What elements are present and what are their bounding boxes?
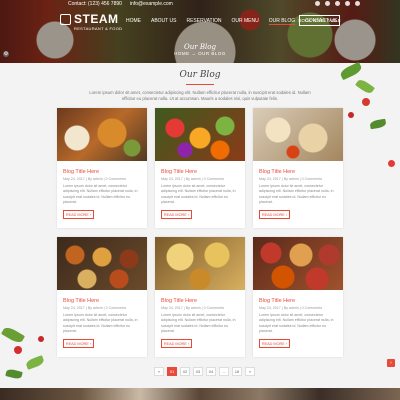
blog-meta: May 24, 2017 | By admin | 0 Comments — [161, 177, 224, 181]
blog-thumbnail[interactable] — [253, 237, 343, 290]
pinterest-icon[interactable] — [355, 1, 360, 6]
nav-about-us[interactable]: ABOUT US — [151, 18, 176, 25]
blog-card: Blog Title Here May 24, 2017 | By admin … — [57, 237, 147, 357]
blog-excerpt: Lorem ipsum dolor sit amet, consectetur … — [63, 184, 138, 205]
nav-our-menu[interactable]: OUR MENU — [231, 18, 258, 25]
pagination-next[interactable]: » — [245, 367, 255, 376]
tomato-decoration — [38, 336, 44, 342]
google-plus-icon[interactable] — [335, 1, 340, 6]
logo-icon — [60, 14, 71, 25]
blog-excerpt: Lorem ipsum dolor sit amet, consectetur … — [259, 184, 334, 205]
blog-excerpt: Lorem ipsum dolor sit amet, consectetur … — [63, 313, 138, 334]
blog-meta: May 24, 2017 | By admin | 0 Comments — [63, 306, 126, 310]
read-more-button[interactable]: READ MORE › — [161, 210, 192, 219]
social-links — [315, 1, 360, 6]
blog-meta: May 24, 2017 | By admin | 0 Comments — [63, 177, 126, 181]
blog-thumbnail[interactable] — [253, 108, 343, 161]
herb-leaf-decoration — [355, 77, 375, 96]
facebook-icon[interactable] — [315, 1, 320, 6]
read-more-button[interactable]: READ MORE › — [259, 210, 290, 219]
herb-leaf-decoration — [0, 325, 26, 345]
blog-title[interactable]: Blog Title Here — [259, 169, 295, 175]
blog-title[interactable]: Blog Title Here — [63, 169, 99, 175]
settings-gear-icon[interactable]: ⚙ — [3, 51, 9, 57]
blog-meta: May 24, 2017 | By admin | 0 Comments — [259, 177, 322, 181]
blog-thumbnail[interactable] — [57, 237, 147, 290]
twitter-icon[interactable] — [325, 1, 330, 6]
herb-leaf-decoration — [5, 368, 23, 380]
herb-leaf-decoration — [25, 355, 45, 370]
blog-excerpt: Lorem ipsum dolor sit amet, consectetur … — [259, 313, 334, 334]
logo-tagline: RESTAURANT & FOOD — [74, 26, 123, 31]
tomato-decoration — [348, 112, 354, 118]
top-bar: Contact: (123) 456 7890 info@example.com — [0, 0, 400, 9]
read-more-button[interactable]: READ MORE › — [63, 210, 94, 219]
pagination-ellipsis: ... — [219, 367, 229, 376]
blog-title[interactable]: Blog Title Here — [161, 169, 197, 175]
blog-title[interactable]: Blog Title Here — [63, 298, 99, 304]
blog-title[interactable]: Blog Title Here — [259, 298, 295, 304]
section-description: Lorem ipsum dolor sit amet, consectetur … — [89, 90, 311, 101]
blog-card: Blog Title Here May 24, 2017 | By admin … — [57, 108, 147, 228]
nav-reservation[interactable]: RESERVATION — [186, 18, 221, 25]
blog-excerpt: Lorem ipsum dolor sit amet, consectetur … — [161, 313, 236, 334]
blog-card: Blog Title Here May 24, 2017 | By admin … — [253, 108, 343, 228]
section-title: Our Blog — [179, 70, 221, 80]
breadcrumb: HOME → OUR BLOG — [174, 51, 226, 56]
pagination-prev[interactable]: « — [154, 367, 164, 376]
tomato-decoration — [362, 98, 370, 106]
tomato-decoration — [14, 346, 22, 354]
scroll-to-top-button[interactable]: › — [387, 359, 395, 367]
contact-info: Contact: (123) 456 7890 info@example.com — [68, 1, 173, 7]
book-table-button[interactable]: BOOK YOUR TABLE — [298, 15, 341, 26]
nav-home[interactable]: HOME — [126, 18, 141, 25]
footer-image-strip — [0, 388, 400, 400]
hero-title: Our Blog — [184, 43, 216, 51]
pagination-page[interactable]: 03 — [193, 367, 203, 376]
logo-name: STEAM — [74, 12, 119, 26]
section-divider — [186, 84, 214, 85]
blog-thumbnail[interactable] — [155, 237, 245, 290]
pagination-page[interactable]: 01 — [167, 367, 177, 376]
blog-card: Blog Title Here May 24, 2017 | By admin … — [253, 237, 343, 357]
blog-title[interactable]: Blog Title Here — [161, 298, 197, 304]
pagination-page[interactable]: 04 — [206, 367, 216, 376]
blog-thumbnail[interactable] — [57, 108, 147, 161]
blog-thumbnail[interactable] — [155, 108, 245, 161]
tomato-decoration — [388, 160, 395, 167]
read-more-button[interactable]: READ MORE › — [259, 339, 290, 348]
blog-card: Blog Title Here May 24, 2017 | By admin … — [155, 237, 245, 357]
blog-meta: May 24, 2017 | By admin | 0 Comments — [259, 306, 322, 310]
read-more-button[interactable]: READ MORE › — [63, 339, 94, 348]
instagram-icon[interactable] — [345, 1, 350, 6]
pagination-page[interactable]: 18 — [232, 367, 242, 376]
contact-email: info@example.com — [129, 1, 173, 7]
blog-excerpt: Lorem ipsum dolor sit amet, consectetur … — [161, 184, 236, 205]
pagination-page[interactable]: 02 — [180, 367, 190, 376]
pagination: « 01 02 03 04 ... 18 » — [154, 367, 255, 376]
herb-leaf-decoration — [369, 118, 387, 130]
blog-meta: May 24, 2017 | By admin | 0 Comments — [161, 306, 224, 310]
main-navigation: STEAM RESTAURANT & FOOD HOME ABOUT US RE… — [0, 10, 400, 34]
blog-card: Blog Title Here May 24, 2017 | By admin … — [155, 108, 245, 228]
contact-phone: Contact: (123) 456 7890 — [68, 1, 122, 7]
read-more-button[interactable]: READ MORE › — [161, 339, 192, 348]
nav-our-blog[interactable]: OUR BLOG — [268, 18, 296, 25]
